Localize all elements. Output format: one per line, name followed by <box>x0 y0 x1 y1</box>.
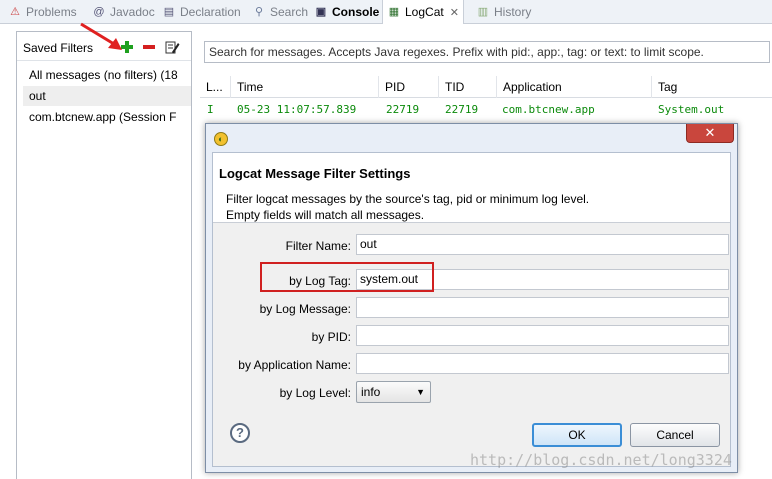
filter-settings-dialog: ◐ ✕ Logcat Message Filter Settings Filte… <box>205 123 738 473</box>
dialog-title: Logcat Message Filter Settings <box>219 166 411 181</box>
problems-icon: ⚠ <box>10 5 20 18</box>
column-time[interactable]: Time <box>230 76 263 98</box>
filter-name-label: Filter Name: <box>285 239 351 253</box>
search-icon: ⚲ <box>254 5 264 18</box>
cell-application: com.btcnew.app <box>502 103 595 116</box>
app-icon: ◐ <box>214 132 228 146</box>
column-tag[interactable]: Tag <box>651 76 677 98</box>
tab-logcat[interactable]: ▦ LogCat ✕ <box>382 0 464 24</box>
log-message-field[interactable] <box>356 297 729 318</box>
log-message-label: by Log Message: <box>259 302 351 316</box>
tab-label: Search <box>270 4 309 19</box>
chevron-down-icon: ▼ <box>416 387 425 397</box>
help-icon[interactable]: ? <box>230 423 250 443</box>
search-input[interactable]: Search for messages. Accepts Java regexe… <box>204 41 770 63</box>
dialog-close-button[interactable]: ✕ <box>686 124 734 143</box>
javadoc-icon: @ <box>93 5 105 18</box>
tab-label: History <box>494 4 532 19</box>
tab-label: LogCat <box>405 5 444 19</box>
filter-item-out[interactable]: out <box>23 86 191 106</box>
watermark: http://blog.csdn.net/long3324 <box>470 451 732 469</box>
tab-label: Javadoc <box>110 4 155 19</box>
red-arrow-annotation <box>80 22 122 50</box>
ok-button[interactable]: OK <box>532 423 622 447</box>
cell-level: I <box>207 103 214 116</box>
log-level-value: info <box>361 385 381 399</box>
log-table-header: L... Time PID TID Application Tag <box>200 76 772 98</box>
description-line: Empty fields will match all messages. <box>226 208 425 222</box>
dialog-body: Logcat Message Filter Settings Filter lo… <box>212 152 731 467</box>
tab-history[interactable]: ▥ History <box>476 0 532 23</box>
filter-item-all[interactable]: All messages (no filters) (18 <box>23 65 191 85</box>
pid-label: by PID: <box>311 330 351 344</box>
filter-item-session[interactable]: com.btcnew.app (Session F <box>23 107 191 127</box>
tab-declaration[interactable]: ▤ Declaration <box>162 0 241 23</box>
declaration-icon: ▤ <box>163 5 175 18</box>
dialog-banner: Logcat Message Filter Settings Filter lo… <box>213 153 730 223</box>
description-line: Filter logcat messages by the source's t… <box>226 192 590 206</box>
pid-field[interactable] <box>356 325 729 346</box>
column-tid[interactable]: TID <box>438 76 464 98</box>
dialog-description: Filter logcat messages by the source's t… <box>226 191 589 223</box>
table-row[interactable]: I 05-23 11:07:57.839 22719 22719 com.btc… <box>200 101 772 119</box>
log-level-select[interactable]: info ▼ <box>356 381 431 403</box>
cell-pid: 22719 <box>386 103 420 116</box>
console-icon: ▣ <box>315 5 327 18</box>
column-pid[interactable]: PID <box>378 76 405 98</box>
saved-filters-panel: Saved Filters All messages (no filters) … <box>16 31 192 479</box>
column-level[interactable]: L... <box>200 76 223 98</box>
cell-tid: 22719 <box>445 103 479 116</box>
divider <box>17 60 191 61</box>
app-name-field[interactable] <box>356 353 729 374</box>
close-tab-icon[interactable]: ✕ <box>450 6 459 19</box>
history-icon: ▥ <box>477 5 489 18</box>
logcat-icon: ▦ <box>388 6 400 18</box>
tab-label: Problems <box>26 4 77 19</box>
edit-filter-icon[interactable] <box>164 39 180 55</box>
cancel-button[interactable]: Cancel <box>630 423 720 447</box>
tab-search[interactable]: ⚲ Search <box>252 0 308 23</box>
log-tag-highlight-box <box>260 262 434 292</box>
tab-label: Console <box>332 4 380 19</box>
app-name-label: by Application Name: <box>238 358 351 372</box>
filter-name-field[interactable]: out <box>356 234 729 255</box>
remove-filter-icon[interactable] <box>141 39 157 55</box>
tab-label: Declaration <box>180 4 241 19</box>
tab-problems[interactable]: ⚠ Problems <box>8 0 77 23</box>
log-level-label: by Log Level: <box>279 386 351 400</box>
tab-console[interactable]: ▣ Console <box>314 0 380 23</box>
cell-time: 05-23 11:07:57.839 <box>237 103 357 116</box>
column-application[interactable]: Application <box>496 76 562 98</box>
cell-tag: System.out <box>658 103 725 116</box>
